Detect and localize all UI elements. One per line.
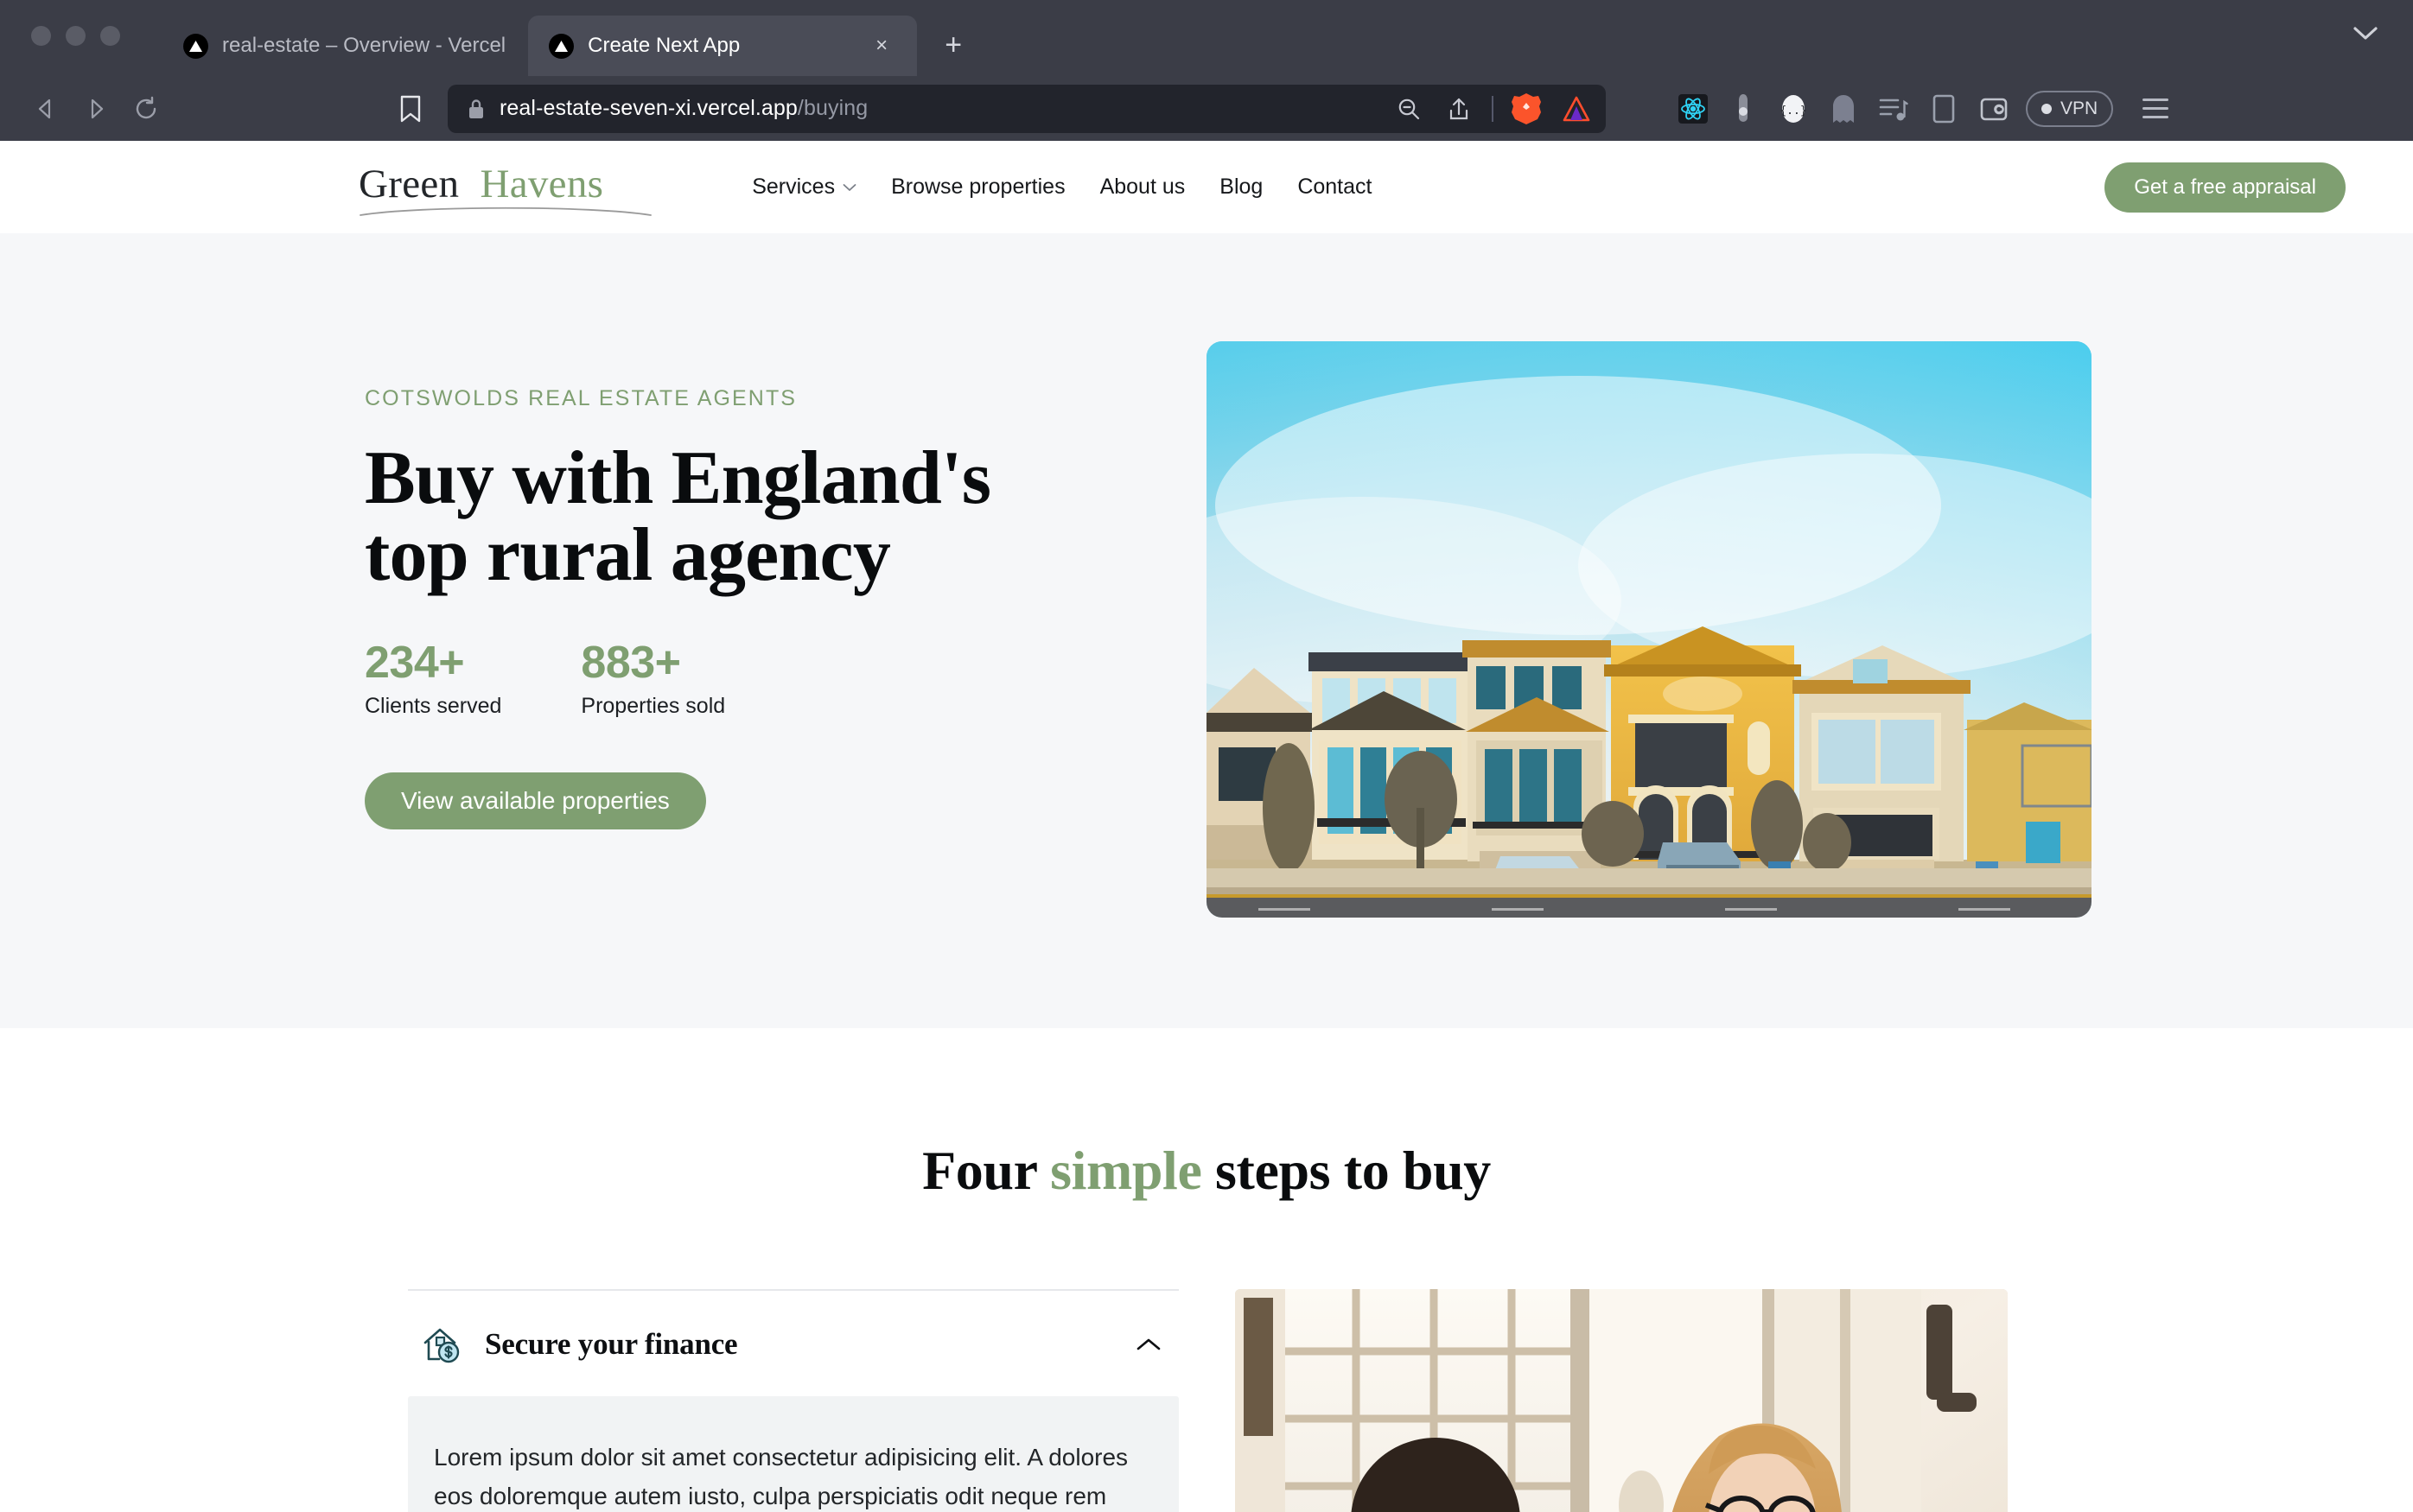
steps-title-highlight: simple	[1050, 1140, 1202, 1201]
nav-item-blog[interactable]: Blog	[1219, 175, 1263, 200]
hero-image-wrap	[1206, 341, 2091, 918]
minimize-window-button[interactable]	[66, 26, 86, 46]
vpn-label: VPN	[2060, 98, 2098, 118]
nav-item-blog-label: Blog	[1219, 175, 1264, 199]
site-header: Green Havens Services Browse properties …	[0, 141, 2413, 233]
hero-townhouses-image	[1206, 341, 2091, 918]
nav-item-about-us-label: About us	[1099, 175, 1186, 199]
url-bar-actions	[1391, 92, 1594, 126]
accordion-body-text: Lorem ipsum dolor sit amet consectetur a…	[434, 1444, 1129, 1510]
react-devtools-icon[interactable]	[1675, 91, 1711, 127]
chevron-down-icon	[843, 183, 856, 192]
maximize-window-button[interactable]	[100, 26, 120, 46]
vercel-icon	[549, 33, 575, 59]
close-window-button[interactable]	[31, 26, 51, 46]
browser-titlebar: real-estate – Overview - Vercel Create N…	[0, 0, 2413, 76]
hero-title-line2: top rural agency	[365, 512, 891, 597]
extension-tray: {..} VPN	[1675, 90, 2169, 127]
reload-icon[interactable]	[121, 84, 171, 134]
playlist-icon[interactable]	[1875, 91, 1912, 127]
nav-item-services[interactable]: Services	[752, 175, 856, 200]
svg-text:{..}: {..}	[1780, 105, 1806, 118]
json-viewer-icon[interactable]: {..}	[1775, 91, 1811, 127]
browser-tab-2[interactable]: Create Next App ×	[528, 16, 918, 76]
window-controls[interactable]	[31, 26, 120, 46]
steps-section: Four simple steps to buy Secure your fin…	[0, 1028, 2413, 1512]
bookmark-icon[interactable]	[387, 86, 434, 132]
main-navigation: Services Browse properties About us Blog…	[752, 175, 1372, 200]
nav-item-contact[interactable]: Contact	[1297, 175, 1372, 200]
back-arrow-icon[interactable]	[21, 84, 71, 134]
nav-item-about-us[interactable]: About us	[1100, 175, 1186, 200]
hero-title: Buy with England's top rural agency	[365, 440, 1125, 597]
hero-eyebrow: COTSWOLDS REAL ESTATE AGENTS	[365, 386, 798, 410]
nav-item-browse-properties-label: Browse properties	[891, 175, 1066, 199]
forward-arrow-icon[interactable]	[71, 84, 121, 134]
divider	[1492, 95, 1493, 122]
stat-clients-served-value: 234+	[365, 637, 465, 688]
steps-title: Four simple steps to buy	[0, 1139, 2413, 1203]
accordion-item-secure-your-finance: Secure your finance Lorem ipsum dolor si…	[408, 1289, 1179, 1512]
accordion-panel-secure-your-finance: Lorem ipsum dolor sit amet consectetur a…	[408, 1396, 1179, 1512]
stat-clients-served: 234+ Clients served	[365, 639, 501, 720]
browser-tab-1-title: real-estate – Overview - Vercel	[222, 34, 506, 57]
accordion-header-secure-your-finance[interactable]: Secure your finance	[408, 1291, 1179, 1396]
chevron-down-icon[interactable]	[2353, 26, 2378, 41]
nav-item-contact-label: Contact	[1297, 175, 1372, 199]
vpn-status-dot	[2041, 103, 2052, 114]
browser-tab-2-title: Create Next App	[588, 34, 741, 57]
url-bar[interactable]: real-estate-seven-xi.vercel.app/buying	[448, 84, 1606, 133]
pipette-icon[interactable]	[1725, 91, 1761, 127]
site-logo[interactable]: Green Havens	[359, 162, 652, 216]
house-with-coin-icon	[421, 1324, 462, 1365]
get-free-appraisal-button[interactable]: Get a free appraisal	[2104, 162, 2346, 213]
hero-section: COTSWOLDS REAL ESTATE AGENTS Buy with En…	[0, 233, 2413, 1028]
chevron-up-icon[interactable]	[1136, 1337, 1162, 1352]
brave-lion-icon[interactable]	[1509, 92, 1544, 126]
view-available-properties-button[interactable]: View available properties	[365, 772, 706, 830]
steps-title-pre: Four	[922, 1140, 1051, 1201]
stat-properties-sold: 883+ Properties sold	[581, 639, 725, 720]
hero-stats: 234+ Clients served 883+ Properties sold	[365, 639, 1206, 720]
close-tab-button[interactable]: ×	[869, 33, 895, 59]
steps-meeting-image	[1235, 1289, 2008, 1512]
lock-icon	[467, 98, 486, 120]
nav-item-services-label: Services	[752, 175, 836, 199]
nav-item-browse-properties[interactable]: Browse properties	[891, 175, 1065, 200]
zoom-out-icon[interactable]	[1391, 92, 1426, 126]
vercel-triangle-icon[interactable]	[1559, 92, 1594, 126]
tab-strip: real-estate – Overview - Vercel Create N…	[162, 0, 977, 76]
steps-accordion: Secure your finance Lorem ipsum dolor si…	[408, 1289, 1179, 1512]
logo-swoosh-icon	[360, 206, 652, 216]
browser-tab-1[interactable]: real-estate – Overview - Vercel	[162, 16, 528, 76]
stat-properties-sold-label: Properties sold	[581, 694, 726, 719]
accordion-label-secure-your-finance: Secure your finance	[485, 1327, 738, 1361]
logo-word-green: Green	[359, 162, 460, 206]
vpn-toggle[interactable]: VPN	[2026, 90, 2114, 127]
hero-title-line1: Buy with England's	[365, 436, 991, 520]
browser-toolbar: real-estate-seven-xi.vercel.app/buying {…	[0, 76, 2413, 141]
browser-window: real-estate – Overview - Vercel Create N…	[0, 0, 2413, 1512]
share-icon[interactable]	[1442, 92, 1476, 126]
url-text: real-estate-seven-xi.vercel.app/buying	[500, 96, 869, 120]
hero-content: COTSWOLDS REAL ESTATE AGENTS Buy with En…	[365, 341, 1206, 918]
vercel-icon	[183, 33, 208, 59]
sidebar-panel-icon[interactable]	[1926, 91, 1962, 127]
stat-properties-sold-value: 883+	[581, 637, 681, 688]
stat-clients-served-label: Clients served	[365, 694, 502, 719]
new-tab-button[interactable]: +	[929, 21, 977, 69]
page-viewport: Green Havens Services Browse properties …	[0, 141, 2413, 1512]
logo-word-havens: Havens	[480, 162, 604, 206]
steps-title-post: steps to buy	[1201, 1140, 1491, 1201]
ghostery-icon[interactable]	[1825, 91, 1862, 127]
hamburger-menu-icon[interactable]	[2142, 98, 2169, 118]
wallet-icon[interactable]	[1976, 91, 2012, 127]
